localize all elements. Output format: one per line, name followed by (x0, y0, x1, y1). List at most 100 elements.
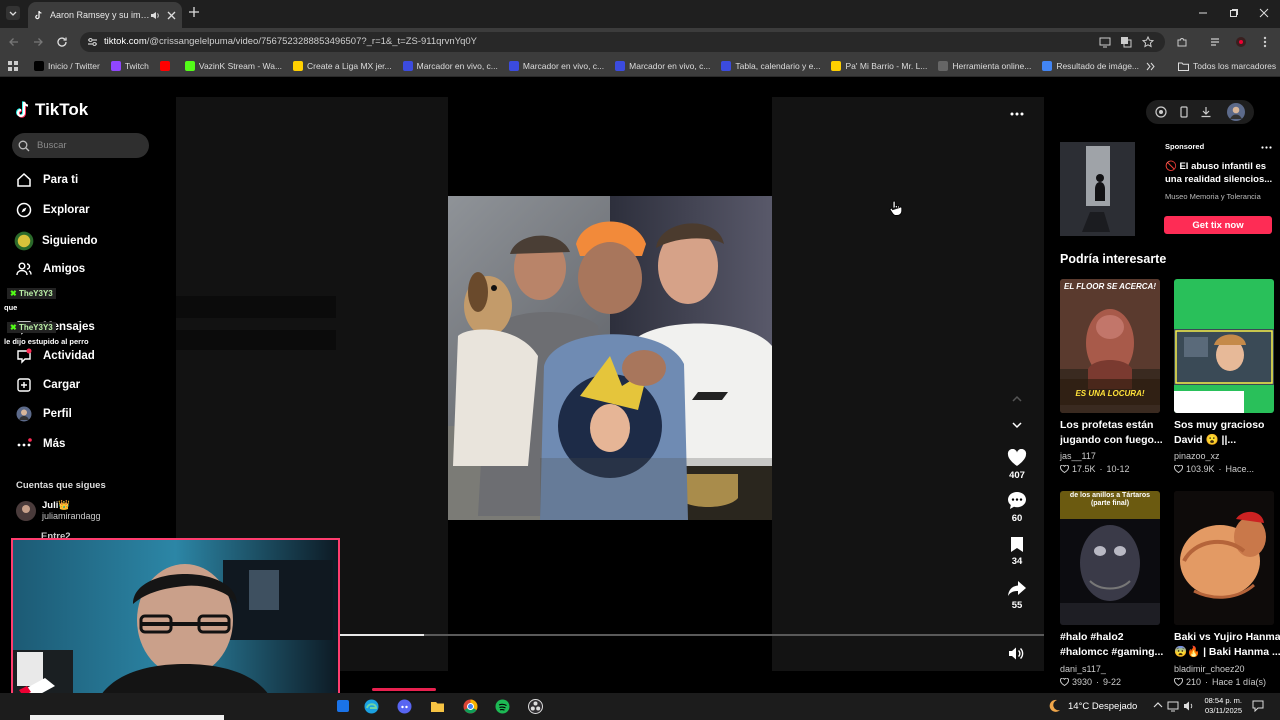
phone-app-icon[interactable] (1178, 106, 1190, 118)
user-avatar[interactable] (1227, 103, 1245, 121)
media-button[interactable] (1210, 36, 1222, 48)
file-explorer-icon[interactable] (430, 699, 445, 714)
tab-search-button[interactable] (6, 6, 20, 20)
reload-button[interactable] (56, 36, 68, 48)
obs-icon[interactable] (528, 699, 543, 714)
sponsored-thumbnail[interactable] (1060, 142, 1135, 236)
forward-button[interactable] (32, 36, 44, 48)
bookmark-item[interactable]: Pa' Mi Barrio - Mr. L... (831, 61, 927, 71)
minimize-button[interactable] (1198, 8, 1208, 18)
network-icon[interactable] (1167, 700, 1179, 712)
recommendation-card-thumbnail[interactable] (1174, 491, 1274, 625)
coins-icon[interactable] (1155, 106, 1167, 118)
more-bookmarks-button[interactable] (1146, 62, 1155, 71)
next-video-button[interactable] (1010, 419, 1024, 431)
bookmark-item[interactable]: Resultado de imáge... (1042, 61, 1139, 71)
video-more-button[interactable] (1010, 109, 1024, 119)
bookmark-item[interactable]: Marcador en vivo, c... (508, 61, 604, 71)
bookmark-item[interactable]: Marcador en vivo, c... (402, 61, 498, 71)
close-icon[interactable] (167, 11, 176, 20)
browser-menu-button[interactable] (1262, 36, 1268, 48)
recommendation-title[interactable]: Sos muy gracioso David 😮 ||... (1174, 418, 1280, 448)
volume-icon[interactable] (1183, 700, 1195, 712)
weather-moon-icon[interactable] (1046, 698, 1062, 714)
translate-icon[interactable] (1120, 36, 1132, 48)
bookmark-item[interactable]: Herramienta online... (938, 61, 1031, 71)
search-placeholder: Buscar (37, 140, 67, 151)
bookmark-item[interactable]: VazinK Stream - Wa... (184, 61, 282, 71)
sponsored-title[interactable]: 🚫 El abuso infantil es una realidad sile… (1165, 161, 1275, 186)
speaker-icon[interactable] (150, 10, 161, 21)
recommendation-user[interactable]: dani_s117_ (1060, 664, 1106, 674)
recommendation-title[interactable]: Los profetas están jugando con fuego... (1060, 418, 1170, 448)
nav-activity[interactable]: Actividad (16, 348, 95, 364)
recommendation-title[interactable]: #halo #halo2 #halomcc #gaming... (1060, 630, 1170, 660)
more-vertical-icon (1263, 36, 1267, 48)
recommendation-card-thumbnail[interactable] (1174, 279, 1274, 413)
new-tab-button[interactable] (188, 6, 200, 18)
profile-button[interactable] (1236, 37, 1246, 47)
nav-friends[interactable]: Amigos (16, 261, 85, 277)
comment-icon (1008, 492, 1026, 509)
back-button[interactable] (8, 36, 20, 48)
weather-text[interactable]: 14°C Despejado (1068, 701, 1137, 712)
like-button[interactable]: 407 (1004, 449, 1030, 481)
install-app-icon[interactable] (1099, 36, 1111, 48)
edge-icon[interactable] (364, 699, 379, 714)
nav-for-you[interactable]: Para ti (16, 172, 78, 188)
spotify-icon[interactable] (495, 699, 510, 714)
comment-button[interactable]: 60 (1004, 491, 1030, 524)
chrome-icon[interactable] (463, 699, 478, 714)
previous-video-button[interactable] (1010, 393, 1024, 405)
title-line: jugando con fuego... (1060, 434, 1163, 446)
bookmark-item[interactable]: Inicio / Twitter (34, 61, 100, 71)
video-frame[interactable] (448, 196, 772, 520)
taskbar-app-icon[interactable] (336, 699, 350, 713)
all-bookmarks-button[interactable]: Todos los marcadores (1178, 61, 1276, 71)
compass-icon (16, 202, 32, 218)
bookmark-label: Twitch (124, 61, 149, 71)
recommendation-user[interactable]: jas__117 (1060, 451, 1096, 461)
tiktok-favicon-icon (35, 10, 42, 20)
bookmark-item[interactable]: Create a Liga MX jer... (293, 61, 392, 71)
restore-button[interactable] (1229, 8, 1239, 18)
clock[interactable]: 08:54 p. m. 03/11/2025 (1198, 696, 1242, 716)
nav-more[interactable]: Más (16, 436, 65, 452)
star-icon[interactable] (1142, 36, 1154, 48)
nav-profile[interactable]: Perfil (16, 406, 72, 422)
download-icon[interactable] (1200, 106, 1212, 118)
extensions-button[interactable] (1176, 36, 1188, 48)
address-bar[interactable]: tiktok.com/@crissangelelpuma/video/75675… (80, 32, 1165, 52)
search-input[interactable]: Buscar (12, 133, 149, 158)
bookmark-item[interactable]: Tabla, calendario y e... (721, 61, 820, 71)
site-info-icon[interactable] (87, 37, 98, 47)
recommendation-card-thumbnail[interactable]: EL FLOOR SE ACERCA! ES UNA LOCURA! (1060, 279, 1160, 413)
bookmark-item[interactable]: Marcador en vivo, c... (615, 61, 710, 71)
chevron-up-icon[interactable] (1153, 701, 1163, 709)
apps-grid-icon[interactable] (8, 61, 18, 71)
followed-account[interactable]: Juli👑 juliamirandagg (16, 500, 101, 521)
recommendation-user[interactable]: pinazoo_xz (1174, 451, 1220, 461)
discord-icon[interactable] (397, 699, 412, 714)
share-button[interactable]: 55 (1004, 580, 1030, 611)
sponsored-cta-button[interactable]: Get tix now (1164, 216, 1272, 234)
bookmark-item[interactable]: Twitch (110, 61, 149, 71)
save-button[interactable]: 34 (1004, 536, 1030, 567)
nav-explore[interactable]: Explorar (16, 202, 90, 218)
volume-button[interactable] (1008, 646, 1025, 661)
bookmark-favicon-icon (159, 61, 170, 71)
recommendation-user[interactable]: bladimir_choez20 (1174, 664, 1245, 674)
bookmark-item[interactable] (159, 61, 174, 71)
nav-following[interactable]: Siguiendo (14, 231, 98, 251)
tab-tiktok[interactable]: Aaron Ramsey y su impacto (28, 2, 182, 28)
window-close-button[interactable] (1259, 8, 1269, 18)
sponsored-more-button[interactable] (1261, 145, 1272, 150)
nav-upload[interactable]: Cargar (16, 377, 80, 393)
tiktok-logo[interactable]: TikTok (16, 100, 88, 120)
video-progress-bar[interactable] (340, 634, 1044, 636)
recommendation-card-thumbnail[interactable]: de los anillos a Tártaros (parte final) (1060, 491, 1160, 625)
notifications-icon[interactable] (1252, 700, 1264, 712)
url-text[interactable]: tiktok.com/@crissangelelpuma/video/75675… (104, 36, 477, 47)
bookmark-favicon-icon (34, 61, 44, 71)
recommendation-title[interactable]: Baki vs Yujiro Hanma 😨🔥 | Baki Hanma ... (1174, 630, 1280, 660)
